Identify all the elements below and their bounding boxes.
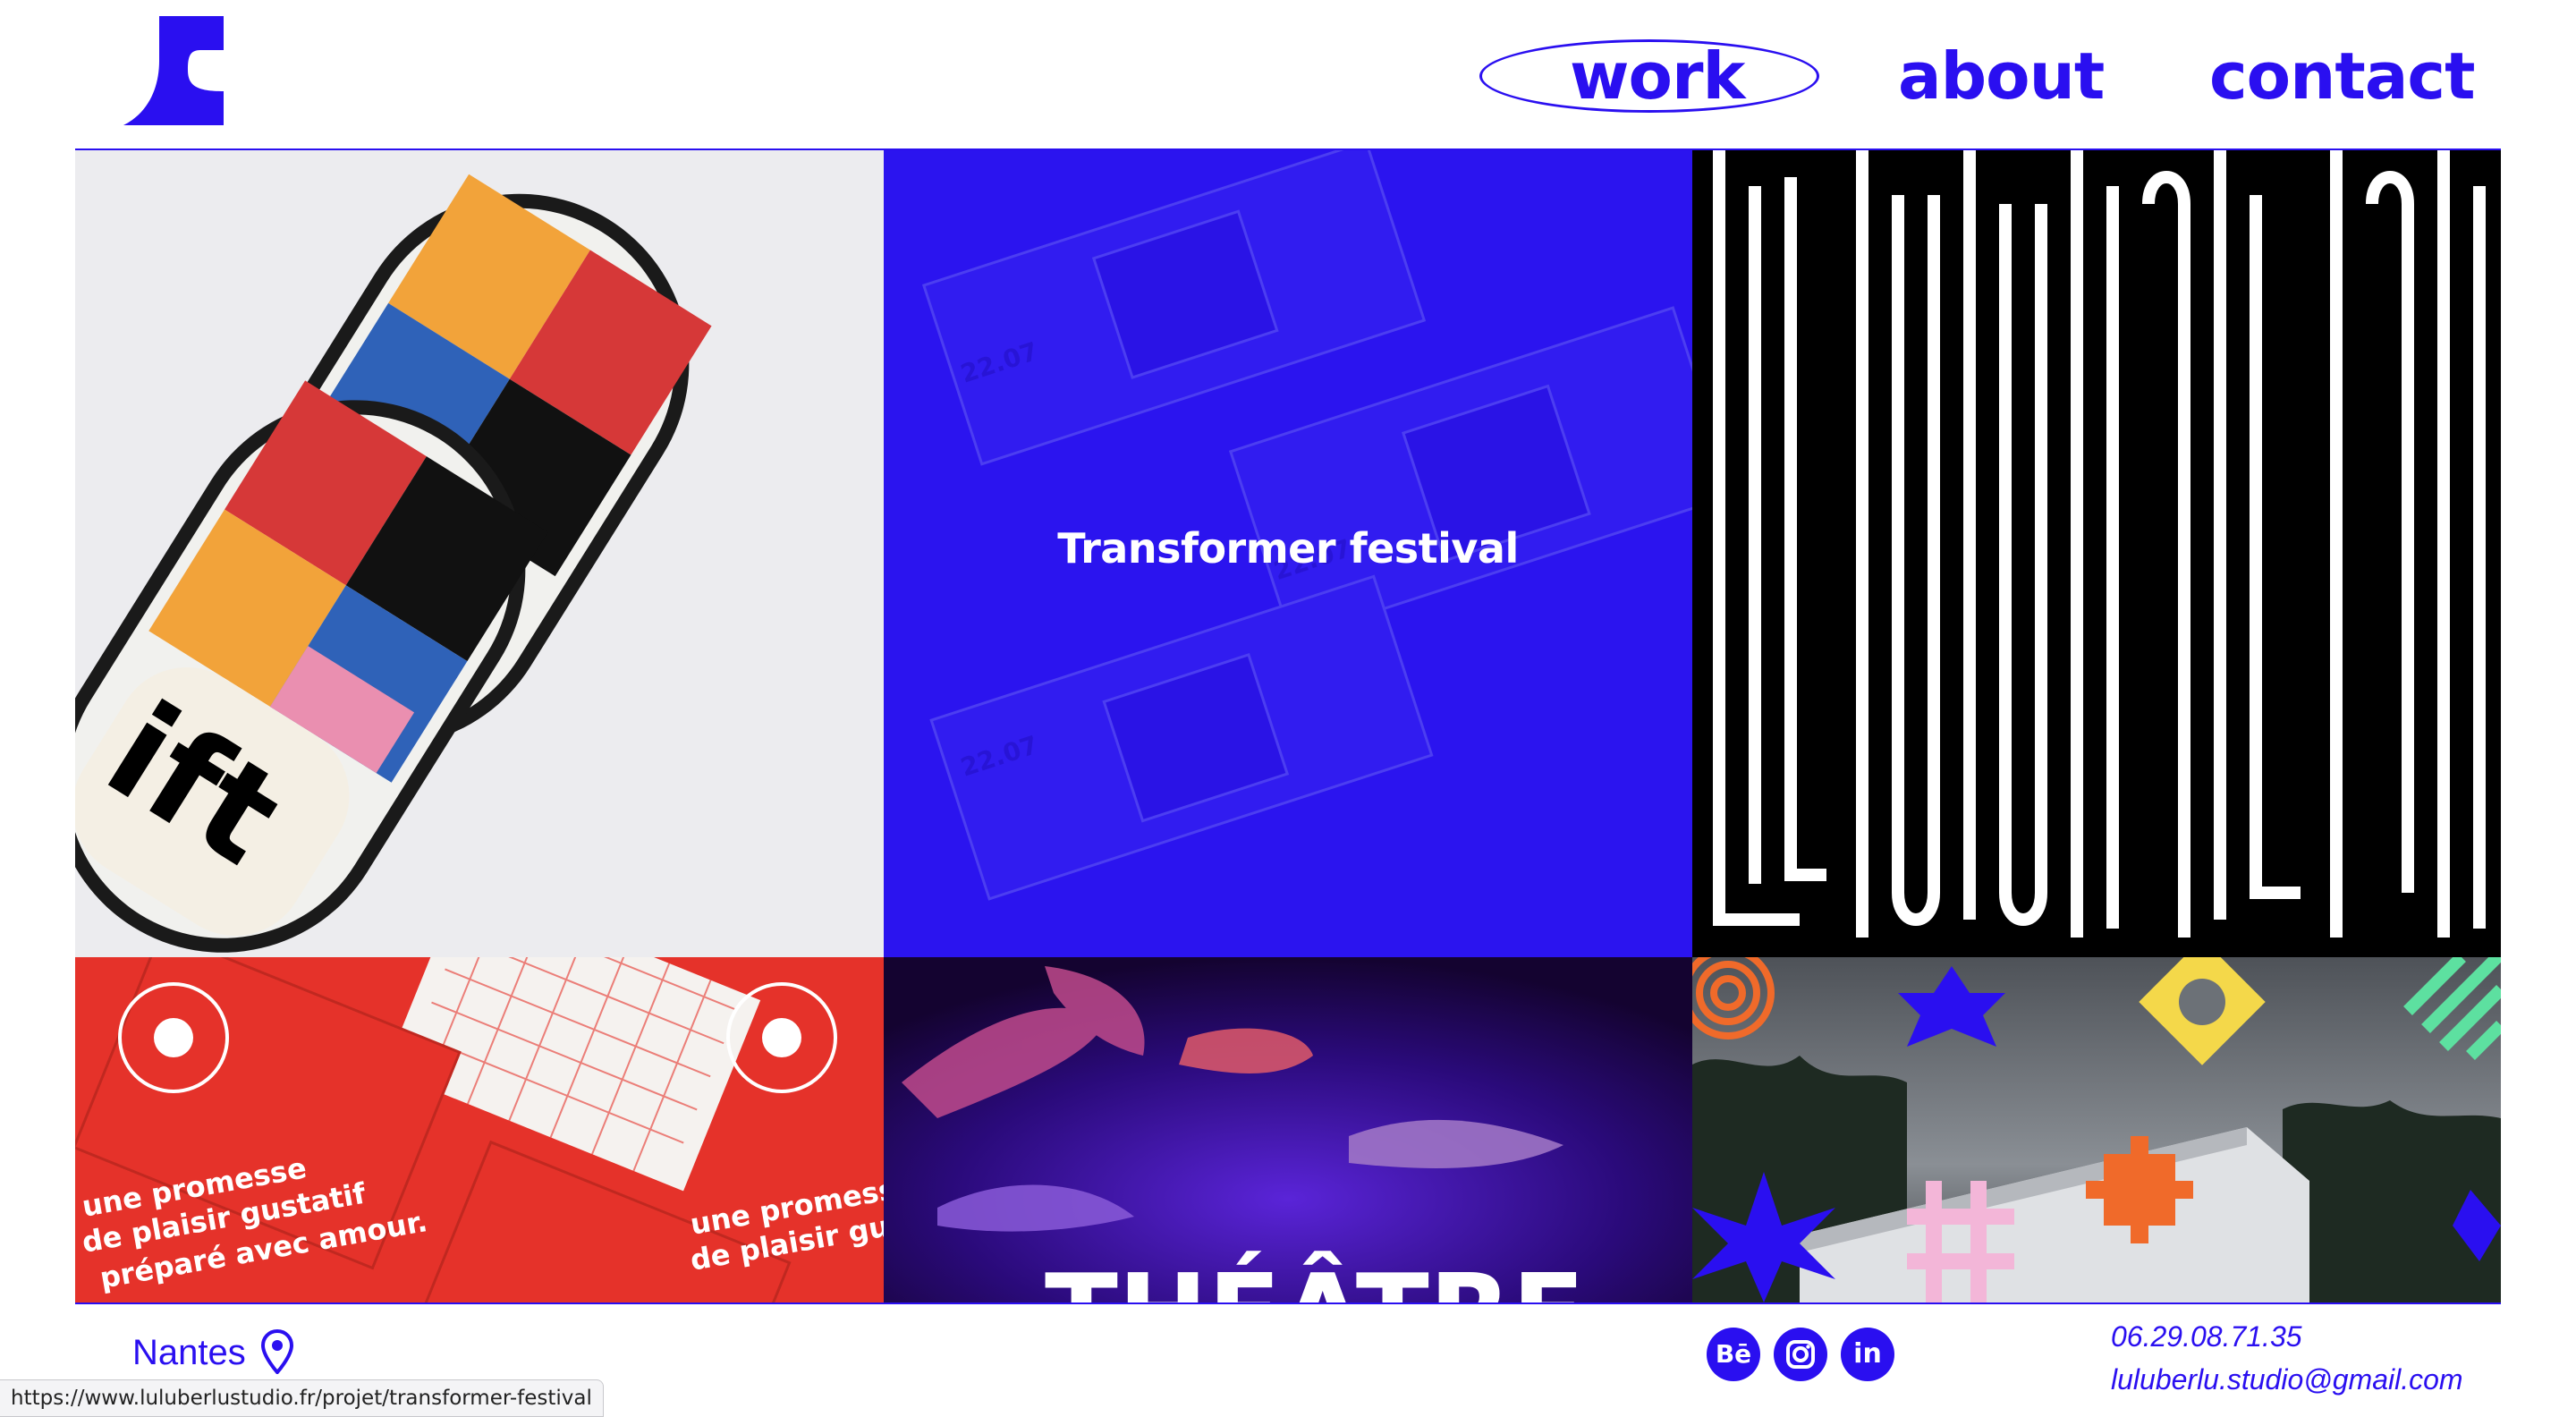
mamie-boulette-image: une promesse de plaisir gustatif préparé…	[75, 957, 884, 1302]
linkedin-icon[interactable]: in	[1841, 1328, 1894, 1381]
main-nav: work about contact	[0, 36, 2576, 116]
project-tile-theatre[interactable]: THÉÂTRE	[884, 957, 1692, 1302]
active-nav-indicator	[1479, 39, 1819, 113]
luminerie-poster-image	[1692, 150, 2501, 957]
email-link[interactable]: luluberlu.studio@gmail.com	[2111, 1363, 2463, 1396]
nav-about[interactable]: about	[1898, 36, 2105, 116]
project-tile-transformer-festival[interactable]: 22.07 22.07 22.07 Transformer festival	[884, 150, 1692, 957]
behance-icon[interactable]: Bē	[1707, 1328, 1760, 1381]
project-tile-luminerie[interactable]	[1692, 150, 2501, 957]
location-pin-icon	[261, 1329, 293, 1374]
status-bar-url: https://www.luluberlustudio.fr/projet/tr…	[0, 1379, 604, 1417]
footer-divider	[75, 1302, 2501, 1304]
geometric-shapes-image	[1692, 957, 2501, 1302]
nav-contact[interactable]: contact	[2209, 36, 2476, 116]
phone-link[interactable]: 06.29.08.71.35	[2111, 1320, 2302, 1353]
instagram-icon[interactable]	[1774, 1328, 1827, 1381]
project-tile-shoes[interactable]: sh ift	[75, 150, 884, 957]
project-title: Transformer festival	[1057, 524, 1519, 573]
svg-text:THÉÂTRE: THÉÂTRE	[1045, 1252, 1585, 1302]
theatre-image: THÉÂTRE	[884, 957, 1692, 1302]
location-label: Nantes	[132, 1333, 246, 1372]
project-tile-mamie-boulette[interactable]: une promesse de plaisir gustatif préparé…	[75, 957, 884, 1302]
project-tile-geometric[interactable]	[1692, 957, 2501, 1302]
shoes-image: sh ift	[75, 150, 884, 957]
